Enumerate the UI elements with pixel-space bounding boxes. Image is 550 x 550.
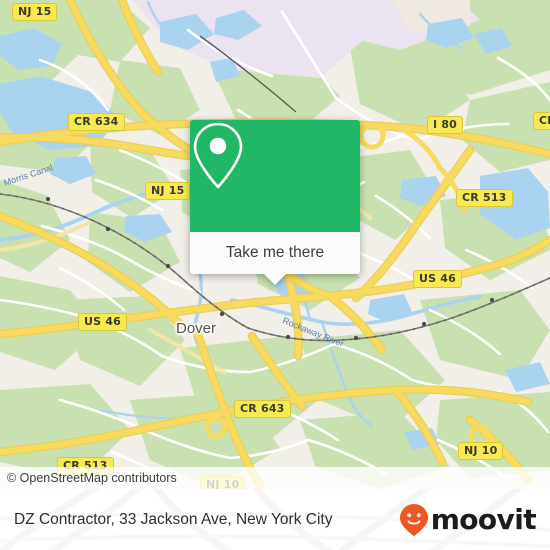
take-me-there-popup[interactable]: Take me there [190,120,360,285]
road-shield: CR [533,112,550,130]
footer-bar: DZ Contractor, 33 Jackson Ave, New York … [0,489,550,550]
moovit-logo[interactable]: moovit [399,503,537,537]
map-pin-icon [193,122,243,189]
osm-attribution-label: © OpenStreetMap contributors [7,471,177,485]
road-shield: CR 643 [234,400,291,418]
popup-marker-area [190,120,360,232]
popup-tail [264,274,286,285]
map-canvas[interactable]: NJ 15 CR 634 NJ 15 I 80 CR CR 513 US 46 … [0,0,550,489]
road-shield: CR 634 [68,113,125,131]
moovit-map-share-card: NJ 15 CR 634 NJ 15 I 80 CR CR 513 US 46 … [0,0,550,550]
place-label-dover: Dover [176,320,217,337]
road-shield: NJ 10 [458,442,504,460]
moovit-wordmark: moovit [430,503,537,536]
moovit-smiley-pin-icon [399,503,428,536]
road-shield: US 46 [413,270,462,288]
road-shield: I 80 [427,116,464,134]
road-shield: NJ 15 [12,3,58,21]
road-shield: NJ 15 [145,182,191,200]
popup-action[interactable]: Take me there [190,232,360,285]
osm-attribution[interactable]: © OpenStreetMap contributors [0,467,550,489]
road-shield: CR 513 [456,189,513,207]
popup-action-label: Take me there [225,244,325,261]
location-title: DZ Contractor, 33 Jackson Ave, New York … [14,510,333,528]
road-shield: US 46 [78,313,127,331]
